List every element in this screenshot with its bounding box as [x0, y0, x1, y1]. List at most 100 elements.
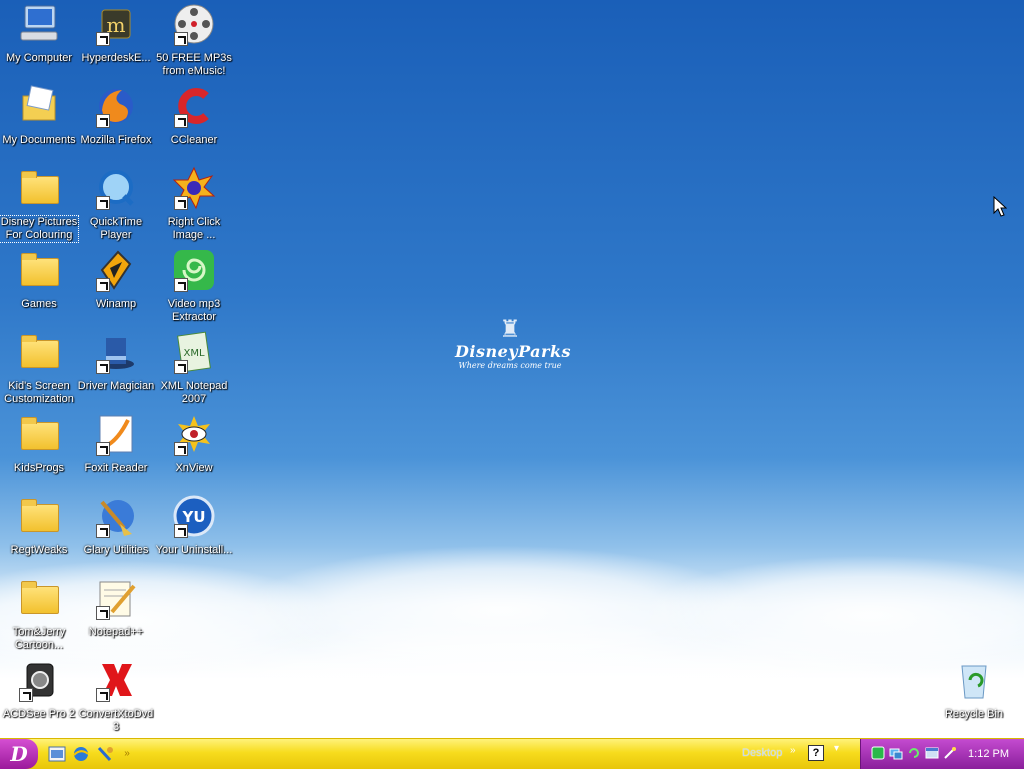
desktop-icon-my-documents[interactable]: My Documents — [0, 82, 78, 162]
desktop-icon-ccleaner[interactable]: CCleaner — [155, 82, 233, 162]
desktop-icon-driver-magician[interactable]: Driver Magician — [77, 328, 155, 408]
icon-label: Kid's Screen Customization — [4, 380, 74, 405]
quicklaunch-browser-icon[interactable] — [72, 745, 90, 763]
quicklaunch-expand-icon[interactable]: » — [118, 745, 136, 763]
disney-parks-logo: ♜ DisneyParks Where dreams come true — [455, 316, 572, 390]
desktop-icon-regtweaks[interactable]: RegtWeaks — [0, 492, 78, 572]
taskbar: D » Desktop » ? ▾ 1:12 PM — [0, 738, 1024, 769]
magician-hat-icon — [94, 330, 138, 374]
swirl-icon — [172, 248, 216, 292]
quicklaunch-ie-icon[interactable] — [48, 745, 66, 763]
shortcut-arrow-icon — [96, 114, 110, 128]
quicktime-icon — [94, 166, 138, 210]
folder-icon — [17, 412, 61, 456]
desktop-icon-glary-utilities[interactable]: Glary Utilities — [77, 492, 155, 572]
desktop-icon-mozilla-firefox[interactable]: Mozilla Firefox — [77, 82, 155, 162]
recycle-bin-icon — [952, 658, 996, 702]
icon-label: Disney Pictures For Colouring — [0, 215, 79, 243]
icon-label: Recycle Bin — [944, 708, 1004, 720]
desktop-icon-free-mp3s[interactable]: 50 FREE MP3s from eMusic! — [155, 0, 233, 80]
tray-magic-wand-icon[interactable] — [943, 746, 957, 760]
shortcut-arrow-icon — [174, 32, 188, 46]
icon-label: Driver Magician — [77, 380, 155, 392]
icon-label: Glary Utilities — [83, 544, 149, 556]
shortcut-arrow-icon — [174, 196, 188, 210]
desktop-icon-xnview[interactable]: XnView — [155, 410, 233, 490]
shortcut-arrow-icon — [96, 606, 110, 620]
tray-network-icon[interactable] — [889, 746, 903, 760]
logo-word: DisneyParks — [455, 342, 572, 361]
start-button[interactable]: D — [0, 739, 38, 769]
desktop-icon-xml-notepad[interactable]: XML XML Notepad 2007 — [155, 328, 233, 408]
tray-refresh-icon[interactable] — [907, 746, 921, 760]
icon-label: ACDSee Pro 2 — [2, 708, 76, 720]
folder-icon — [17, 494, 61, 538]
ccleaner-icon — [172, 84, 216, 128]
folder-icon — [17, 330, 61, 374]
desktop-icon-acdsee[interactable]: ACDSee Pro 2 — [0, 656, 78, 736]
icon-label: My Computer — [5, 52, 73, 64]
notepad-icon — [94, 576, 138, 620]
desktop-icon-disney-pictures[interactable]: Disney Pictures For Colouring — [0, 164, 79, 244]
tray-window-icon[interactable] — [925, 746, 939, 760]
icon-label: 50 FREE MP3s from eMusic! — [156, 52, 232, 77]
shortcut-arrow-icon — [96, 524, 110, 538]
desktop-icon-tom-jerry[interactable]: Tom&Jerry Cartoon... — [0, 574, 78, 654]
documents-folder-icon — [17, 84, 61, 128]
icon-label: XML Notepad 2007 — [160, 380, 228, 405]
castle-icon: ♜ — [499, 316, 521, 343]
desktop-icon-kids-screen[interactable]: Kid's Screen Customization — [0, 328, 78, 408]
computer-icon — [17, 2, 61, 46]
mouse-cursor-icon — [993, 196, 1007, 217]
shortcut-arrow-icon — [19, 688, 33, 702]
shortcut-arrow-icon — [96, 32, 110, 46]
desktop-icon-games[interactable]: Games — [0, 246, 78, 326]
icon-label: Games — [21, 298, 57, 310]
quicklaunch-tool-icon[interactable] — [96, 745, 114, 763]
firefox-icon — [94, 84, 138, 128]
desktop-icon-foxit-reader[interactable]: Foxit Reader — [77, 410, 155, 490]
icon-label: HyperdeskE... — [81, 52, 151, 64]
desktop[interactable]: ♜ DisneyParks Where dreams come true My … — [0, 0, 1024, 738]
uninstaller-icon: YU — [172, 494, 216, 538]
toolbar-expand-icon[interactable]: » — [790, 745, 796, 756]
icon-label: CCleaner — [170, 134, 218, 146]
desktop-icon-hyperdesk[interactable]: m HyperdeskE... — [77, 0, 155, 80]
shortcut-arrow-icon — [174, 360, 188, 374]
clock[interactable]: 1:12 PM — [968, 748, 1009, 760]
desktop-icon-notepadpp[interactable]: Notepad++ — [77, 574, 155, 654]
desktop-icon-kidsprogs[interactable]: KidsProgs — [0, 410, 78, 490]
icon-label: XnView — [175, 462, 213, 474]
desktop-icon-quicktime[interactable]: QuickTime Player — [77, 164, 155, 244]
desktop-icon-winamp[interactable]: Winamp — [77, 246, 155, 326]
hyperdesk-icon: m — [94, 2, 138, 46]
eye-icon — [172, 412, 216, 456]
logo-tagline: Where dreams come true — [458, 361, 562, 370]
desktop-icon-convertxtodvd[interactable]: ConvertXtoDvd 3 — [77, 656, 155, 736]
foxit-icon — [94, 412, 138, 456]
desktop-icon-my-computer[interactable]: My Computer — [0, 0, 78, 80]
icon-label: ConvertXtoDvd 3 — [78, 708, 154, 733]
acdsee-icon — [17, 658, 61, 702]
desktop-icon-recycle-bin[interactable]: Recycle Bin — [935, 656, 1013, 736]
desktop-toolbar-label[interactable]: Desktop — [742, 747, 782, 759]
xml-document-icon: XML — [172, 330, 216, 374]
sun-icon — [172, 166, 216, 210]
icon-label: Your Uninstall... — [155, 544, 233, 556]
icon-label: Notepad++ — [88, 626, 144, 638]
start-button-label: D — [10, 742, 28, 766]
shortcut-arrow-icon — [174, 524, 188, 538]
icon-label: Tom&Jerry Cartoon... — [12, 626, 66, 651]
shortcut-arrow-icon — [174, 442, 188, 456]
shortcut-arrow-icon — [96, 688, 110, 702]
desktop-icon-right-click-image[interactable]: Right Click Image ... — [155, 164, 233, 244]
icon-label: Video mp3 Extractor — [167, 298, 221, 323]
desktop-icon-video-mp3[interactable]: Video mp3 Extractor — [155, 246, 233, 326]
system-tray: 1:12 PM — [860, 739, 1024, 769]
folder-icon — [17, 248, 61, 292]
desktop-icon-your-uninstall[interactable]: YU Your Uninstall... — [155, 492, 233, 572]
help-button[interactable]: ? — [808, 745, 824, 761]
toolbar-scroll-icon[interactable]: ▾ — [834, 743, 839, 754]
tray-green-icon[interactable] — [871, 746, 885, 760]
shortcut-arrow-icon — [96, 360, 110, 374]
